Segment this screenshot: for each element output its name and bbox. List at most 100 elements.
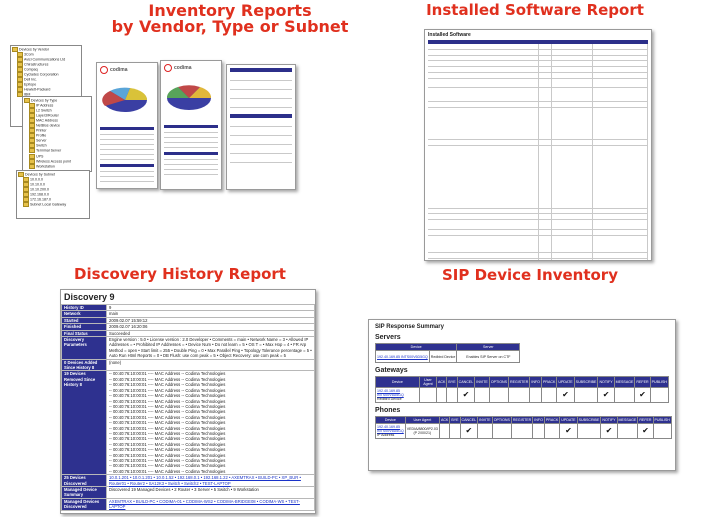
method-support-cell (488, 387, 510, 403)
subnet-tree-label: Devices by Subnet (25, 172, 55, 177)
gateways-col-header: BYE (446, 376, 458, 388)
method-support-cell: ✔ (597, 387, 615, 403)
subnet-tree: Devices by Subnet 10.0.0.0 10.10.0.0 10.10.… (16, 170, 90, 219)
method-support-cell (613, 387, 636, 403)
type-tree-label: MAC Address (36, 118, 58, 123)
type-tree-label: NetBios device (36, 123, 60, 128)
installed-software-panel: Installed Software (424, 29, 652, 261)
method-support-cell (529, 387, 542, 403)
phones-col-header: BYE (449, 416, 461, 424)
installed-software-heading: Installed Software (428, 32, 471, 38)
method-support-cell (436, 387, 448, 403)
gateways-col-header: REGISTER (507, 376, 531, 388)
method-support-cell (649, 387, 670, 403)
type-tree-label: Layer3/Router (36, 113, 59, 118)
devices-discovered-row: 25 Devices Discovered 10.0.1.201 • 10.0.1… (61, 474, 315, 487)
type-report-page: codima (160, 60, 222, 190)
inventory-reports-title: Inventory Reports by Vendor, Type or Sub… (95, 3, 365, 35)
subnet-tree-label: 10.10.200.0 (30, 187, 49, 192)
subnet-tree-item[interactable]: Subnet Local Gateway (18, 202, 88, 208)
gateways-table: Device User Agent ACK BYE CANCEL INVITE OPTION… (375, 376, 670, 403)
managed-discovered-value[interactable]: AXEMTRAX • BUILD-PC • CODIMA-01 • CODIMA… (106, 497, 315, 511)
method-support-cell (573, 387, 599, 403)
method-support-cell (616, 423, 639, 439)
folder-icon (29, 163, 35, 169)
gateways-col-header: CANCEL (456, 376, 476, 388)
folder-icon (23, 202, 29, 208)
method-support-cell (449, 423, 461, 439)
phones-heading: Phones (375, 407, 401, 414)
vendor-tree-label: Hewlett-Packard (24, 87, 51, 92)
devices-discovered-key: 25 Devices Discovered (61, 474, 107, 487)
sip-summary-heading: SIP Response Summary (375, 324, 444, 330)
checkmark-icon: ✔ (642, 426, 649, 435)
devices-removed-key: 19 Devices Removed Since History 8 (61, 370, 107, 476)
phones-col-header: PRACK (543, 416, 561, 424)
checkmark-icon: ✔ (462, 390, 470, 399)
method-support-cell: ✔ (559, 423, 578, 439)
phones-col-header: REFER (637, 416, 654, 424)
servers-col-device: Device (374, 343, 458, 351)
discovery-params-value: Engine version : 5.0 • License version :… (106, 336, 315, 360)
discovery-heading: Discovery 9 (64, 292, 115, 302)
software-table (428, 44, 648, 260)
checkmark-icon: ✔ (562, 390, 569, 399)
managed-summary-row: Managed Device Summary Discovered 19 Mana… (61, 486, 315, 499)
method-support-cell (576, 423, 602, 439)
removed-device-line: -- 00:40:76:10:00:01 ---- MAC Address --… (109, 468, 226, 474)
gateways-device-cell[interactable]: 192.40.169.85 INTS00V6D5GQ Redbird Device (375, 387, 420, 403)
subnet-tree-label: Subnet Local Gateway (30, 202, 67, 207)
gateways-col-header: ACK (436, 376, 448, 388)
codima-logo-icon (100, 66, 108, 74)
checkmark-icon: ✔ (602, 390, 610, 399)
devices-added-row: 0 Devices Added Since History 8 (none) (61, 358, 315, 372)
subnet-report-page (226, 64, 296, 190)
phones-col-header: Device (375, 416, 406, 424)
managed-summary-key: Managed Device Summary (61, 486, 107, 499)
phones-row: 192.40.169.85 INTS00V6D5GQ IP Address VEDI… (375, 423, 672, 439)
server-device-link[interactable]: 192.40.169.85 INTS00V6D5GQ (377, 355, 428, 359)
phones-col-header: SUBSCRIBE (576, 416, 602, 424)
type-tree-label: Profile (36, 133, 47, 138)
checkmark-icon: ✔ (639, 390, 646, 399)
gateways-col-header: REFER (634, 376, 651, 388)
phones-col-header: User Agent (404, 416, 440, 424)
phones-col-header: CANCEL (459, 416, 479, 424)
gateways-device-link[interactable]: 192.40.169.85 INTS00V6D5GQ (377, 389, 418, 397)
servers-col-server: Server (456, 343, 521, 351)
phones-device-cell[interactable]: 192.40.169.85 INTS00V6D5GQ IP Address (375, 423, 406, 439)
method-support-cell: ✔ (637, 423, 654, 439)
server-device-type: Redbird Device (428, 350, 458, 363)
subnet-tree-label: 192.168.0.0 (30, 192, 49, 197)
method-support-cell (543, 423, 561, 439)
gateways-col-header: MESSAGE (613, 376, 636, 388)
vendor-tree-label: 3Com (24, 52, 34, 57)
gateways-col-header: User Agent (418, 376, 438, 388)
vendor-tree-label: Dell Inc. (24, 77, 37, 82)
gateways-heading: Gateways (375, 367, 408, 374)
phones-col-header: UPDATE (559, 416, 578, 424)
type-tree: Devices by Type IP Address L2 Switch Layer3… (22, 96, 92, 172)
type-tree-item[interactable]: Workstation (24, 163, 90, 169)
server-device-cell[interactable]: 192.40.169.85 INTS00V6D5GQ (375, 350, 430, 363)
discovery-history-panel: Discovery 9 History ID 9 Network main Starte… (60, 289, 316, 514)
checkmark-icon: ✔ (565, 426, 572, 435)
sip-inventory-title: SIP Device Inventory (442, 266, 618, 284)
method-support-cell (474, 387, 490, 403)
vendor-report-page: codima (96, 62, 158, 189)
gateways-col-header: INFO (529, 376, 542, 388)
vendor-tree-label: Epitope (24, 82, 37, 87)
type-tree-label: Devices by Type (31, 98, 58, 103)
gateways-col-header: OPTIONS (488, 376, 510, 388)
vendor-tree-label: Devices by Vendor (19, 47, 49, 52)
devices-discovered-value[interactable]: 10.0.1.201 • 10.0.1.201 • 10.0.1.52 • 19… (106, 474, 315, 487)
phones-col-header: ACK (438, 416, 451, 424)
discovery-report-title: Discovery History Report (74, 265, 286, 283)
method-support-cell: ✔ (556, 387, 575, 403)
software-row (428, 258, 648, 260)
discovery-params-row: Discovery Parameters Engine version : 5.0… (61, 336, 315, 360)
phones-col-header: INFO (532, 416, 545, 424)
server-name: Enables SIP Server on CTF (456, 350, 521, 363)
software-report-title: Installed Software Report (426, 1, 644, 19)
phones-device-link[interactable]: 192.40.169.85 INTS00V6D5GQ (377, 425, 404, 433)
